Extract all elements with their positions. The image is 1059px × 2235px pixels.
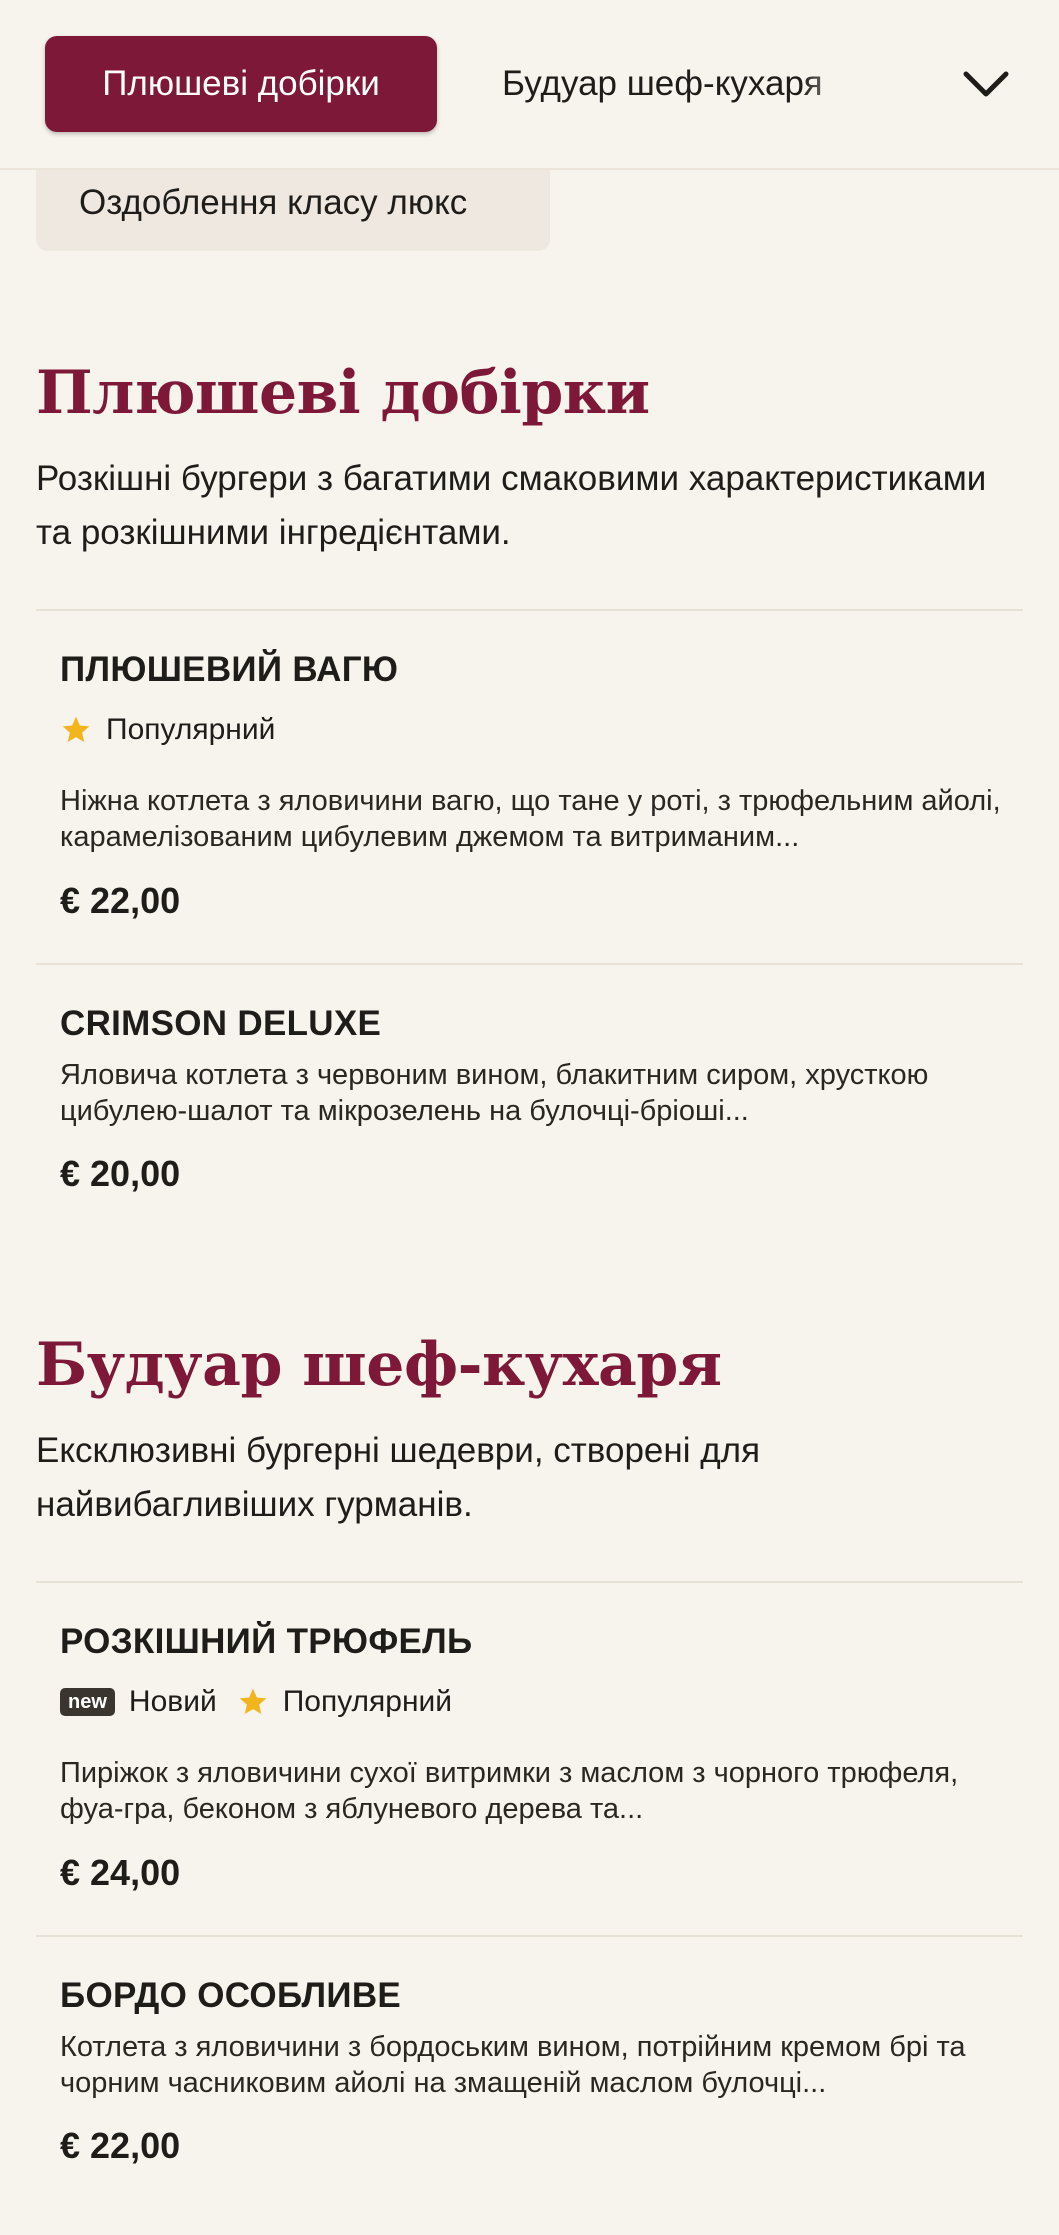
new-label: Новий — [128, 1685, 217, 1718]
item-name: CRIMSON DELUXE — [60, 1004, 382, 1043]
section-description: Розкішні бургери з багатими смаковими ха… — [36, 459, 987, 552]
tab-scroll-fade — [800, 30, 940, 140]
item-description: Котлета з яловичини з бордоським вином, … — [60, 2031, 966, 2099]
item-name: РОЗКІШНИЙ ТРЮФЕЛЬ — [60, 1622, 473, 1661]
category-chip-luxury[interactable]: Оздоблення класу люкс — [36, 160, 550, 251]
item-tags: Популярний — [60, 710, 295, 750]
popular-tag: Популярний — [237, 1685, 452, 1719]
new-badge-icon: new — [60, 1688, 115, 1716]
item-description: Ніжна котлета з яловичини вагю, що тане … — [60, 785, 1001, 853]
divider — [36, 1935, 1023, 1937]
section-title: Будуар шеф-кухаря — [36, 1330, 722, 1400]
section-title: Плюшеві добірки — [36, 358, 650, 428]
item-price: € 22,00 — [60, 2125, 181, 2166]
item-name: БОРДО ОСОБЛИВЕ — [60, 1976, 402, 2015]
item-description: Яловича котлета з червоним вином, блакит… — [60, 1059, 929, 1127]
item-description: Пиріжок з яловичини сухої витримки з мас… — [60, 1757, 959, 1825]
divider — [36, 1581, 1023, 1583]
star-icon — [62, 716, 90, 742]
divider — [36, 609, 1023, 611]
popular-tag: Популярний — [60, 713, 275, 747]
item-name: ПЛЮШЕВИЙ ВАГЮ — [60, 650, 399, 689]
popular-label: Популярний — [282, 1685, 453, 1718]
item-price: € 24,00 — [60, 1852, 181, 1893]
section-description: Ексклюзивні бургерні шедеври, створені д… — [36, 1431, 761, 1524]
star-icon — [239, 1688, 267, 1714]
new-tag: new Новий — [60, 1685, 217, 1719]
item-price: € 22,00 — [60, 880, 181, 921]
category-nav-bar: Плюшеві добірки Будуар шеф-кухаря — [0, 0, 1059, 170]
popular-label: Популярний — [106, 713, 276, 746]
item-tags: new Новий Популярний — [60, 1682, 472, 1722]
chevron-down-icon[interactable] — [960, 60, 1012, 108]
divider — [36, 963, 1023, 965]
tab-plush-picks[interactable]: Плюшеві добірки — [45, 36, 437, 132]
item-price: € 20,00 — [60, 1153, 181, 1194]
